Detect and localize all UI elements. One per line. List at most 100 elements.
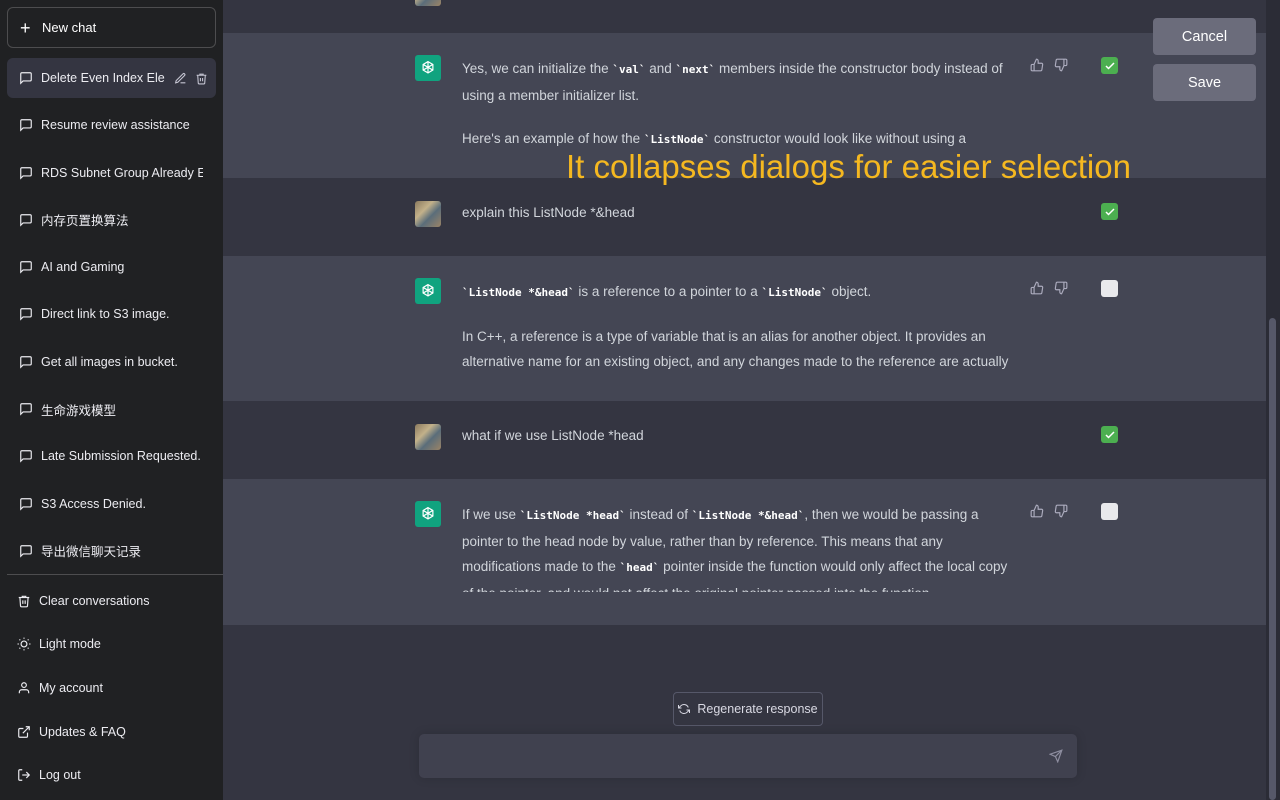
conversation-item[interactable]: S3 Access Denied. <box>7 484 216 524</box>
save-button[interactable]: Save <box>1153 64 1256 101</box>
message-select-checkbox[interactable] <box>1101 426 1118 443</box>
inline-code: `ListNode` <box>643 133 711 146</box>
conversation-title: Late Submission Requested. <box>41 449 201 464</box>
sidebar-bottom-menu: Clear conversations Light mode My accoun… <box>7 574 223 797</box>
message-row: `ListNode *&head` is a reference to a po… <box>223 256 1266 401</box>
message-text: If we use `ListNode *head` instead of `L… <box>462 502 1017 592</box>
thumbs-down-icon[interactable] <box>1054 58 1068 72</box>
text-paragraph: In C++, a reference is a type of variabl… <box>462 328 1009 370</box>
edit-icon[interactable] <box>174 72 187 85</box>
chat-bubble-icon <box>19 544 41 558</box>
chat-bubble-icon <box>19 449 41 464</box>
thumbs-up-icon[interactable] <box>1030 58 1044 72</box>
new-chat-label: New chat <box>42 20 97 35</box>
scrollbar-thumb[interactable] <box>1269 318 1276 800</box>
chat-main: Yes, we can initialize the `val` and `ne… <box>223 0 1280 800</box>
conversation-title: RDS Subnet Group Already Exists <box>41 165 203 180</box>
message-text: Yes, we can initialize the `val` and `ne… <box>462 56 1017 154</box>
conversation-title: AI and Gaming <box>41 260 125 275</box>
message-select-checkbox[interactable] <box>1101 203 1118 220</box>
message-row: If we use `ListNode *head` instead of `L… <box>223 479 1266 625</box>
light-mode-button[interactable]: Light mode <box>7 623 223 667</box>
user-avatar <box>415 0 441 6</box>
plus-icon: + <box>20 17 31 38</box>
my-account-label: My account <box>39 680 103 695</box>
message-select-checkbox[interactable] <box>1101 280 1118 297</box>
conversation-title: Delete Even Index Elements <box>41 71 165 85</box>
feedback-buttons <box>1030 504 1068 518</box>
clear-conversations-button[interactable]: Clear conversations <box>7 579 223 623</box>
conversation-item[interactable]: Get all images in bucket. <box>7 342 216 382</box>
user-avatar <box>415 424 441 450</box>
chat-bubble-icon <box>19 402 41 416</box>
regenerate-label: Regenerate response <box>697 702 818 716</box>
new-chat-button[interactable]: + New chat <box>7 7 216 48</box>
updates-faq-link[interactable]: Updates & FAQ <box>7 710 223 754</box>
clear-conversations-label: Clear conversations <box>39 593 150 608</box>
cancel-button[interactable]: Cancel <box>1153 18 1256 55</box>
user-avatar <box>415 201 441 227</box>
conversation-item[interactable]: Direct link to S3 image. <box>7 294 216 334</box>
thumbs-down-icon[interactable] <box>1054 281 1068 295</box>
conversation-item[interactable]: Resume review assistance <box>7 105 216 145</box>
message-row <box>223 0 1266 33</box>
conversation-list: Delete Even Index Elements Resume review… <box>7 58 216 578</box>
conversation-item[interactable]: RDS Subnet Group Already Exists <box>7 153 216 193</box>
conversation-item[interactable]: AI and Gaming <box>7 247 216 287</box>
message-input-container <box>419 734 1077 778</box>
check-icon <box>1104 430 1115 439</box>
conversation-item[interactable]: 内存页置换算法 <box>7 200 216 240</box>
chat-bubble-icon <box>19 355 41 369</box>
conversation-item[interactable]: Delete Even Index Elements <box>7 58 216 98</box>
logout-icon <box>17 768 39 782</box>
text-span: object. <box>827 284 872 299</box>
thumbs-up-icon[interactable] <box>1030 281 1044 295</box>
openai-logo-icon <box>415 501 441 527</box>
message-text: `ListNode *&head` is a reference to a po… <box>462 279 1017 375</box>
chat-bubble-icon <box>19 71 41 85</box>
external-link-icon <box>17 725 39 739</box>
inline-code: `ListNode *head` <box>519 509 626 522</box>
conversation-actions <box>174 72 208 85</box>
chat-bubble-icon <box>19 166 41 180</box>
trash-icon <box>17 594 39 608</box>
light-mode-label: Light mode <box>39 637 101 652</box>
openai-logo-icon <box>415 55 441 81</box>
conversation-item[interactable]: 导出微信聊天记录 <box>7 531 216 571</box>
message-text: what if we use ListNode *head <box>462 428 644 443</box>
chat-bubble-icon <box>19 118 41 132</box>
send-icon[interactable] <box>1049 749 1063 763</box>
inline-code: `next` <box>675 63 716 76</box>
log-out-button[interactable]: Log out <box>7 753 223 797</box>
user-icon <box>17 681 39 695</box>
message-select-checkbox[interactable] <box>1101 503 1118 520</box>
chat-bubble-icon <box>19 260 41 274</box>
sun-icon <box>17 637 39 651</box>
message-input[interactable] <box>433 746 1033 768</box>
conversation-item[interactable]: 生命游戏模型 <box>7 389 216 429</box>
text-span: Yes, we can initialize the <box>462 61 613 76</box>
message-select-checkbox[interactable] <box>1101 57 1118 74</box>
conversation-item[interactable]: Late Submission Requested. <box>7 436 216 476</box>
refresh-icon <box>678 703 691 715</box>
log-out-label: Log out <box>39 768 81 783</box>
trash-icon[interactable] <box>195 72 208 85</box>
sidebar: + New chat Delete Even Index Elements Re… <box>0 0 223 800</box>
openai-logo-icon <box>415 278 441 304</box>
chat-bubble-icon <box>19 213 41 227</box>
regenerate-response-button[interactable]: Regenerate response <box>673 692 823 726</box>
text-span: Here's an example of how the <box>462 131 644 146</box>
text-span: instead of <box>625 507 692 522</box>
chat-bubble-icon <box>19 497 41 511</box>
my-account-button[interactable]: My account <box>7 666 223 710</box>
thumbs-down-icon[interactable] <box>1054 504 1068 518</box>
scrollbar-track[interactable] <box>1266 0 1280 800</box>
inline-code: `val` <box>612 63 646 76</box>
feedback-buttons <box>1030 58 1068 72</box>
thumbs-up-icon[interactable] <box>1030 504 1044 518</box>
text-span: If we use <box>462 507 520 522</box>
feedback-buttons <box>1030 281 1068 295</box>
conversation-title: S3 Access Denied. <box>41 496 146 511</box>
annotation-overlay-text: It collapses dialogs for easier selectio… <box>566 148 1131 185</box>
conversation-title: Direct link to S3 image. <box>41 307 170 322</box>
